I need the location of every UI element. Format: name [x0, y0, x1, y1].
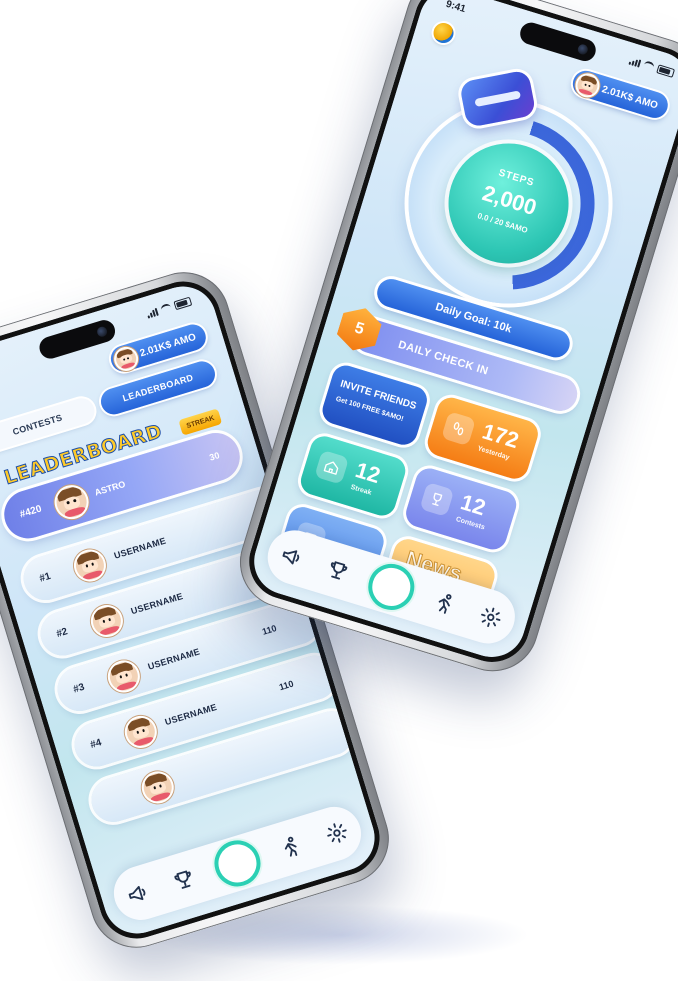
- signal-icon: [146, 307, 159, 319]
- row-name: USERNAME: [163, 701, 219, 728]
- megaphone-icon[interactable]: [273, 538, 310, 575]
- battery-icon: [173, 296, 193, 311]
- streak-card[interactable]: 12 Streak: [297, 432, 409, 519]
- wallet-balance: 2.01K$ AMO: [600, 83, 660, 112]
- footprints-icon: [441, 411, 476, 447]
- gear-icon[interactable]: [472, 599, 509, 636]
- phone-home: 9:41 2.01K$ AMO STEPS 2,000 0.0 / 20 $AM…: [228, 0, 678, 683]
- avatar: [86, 601, 127, 641]
- home-ring-icon[interactable]: [208, 834, 267, 893]
- status-time: 9:41: [444, 0, 467, 16]
- runner-icon[interactable]: [272, 828, 309, 865]
- row-value: 110: [277, 678, 295, 693]
- home-ring-icon[interactable]: [362, 558, 421, 616]
- avatar: [50, 480, 93, 524]
- streak-tag[interactable]: STREAK: [178, 408, 223, 436]
- app-logo-icon[interactable]: [431, 20, 457, 46]
- status-icons: [628, 56, 676, 78]
- contests-value: 12: [457, 489, 489, 521]
- runner-icon[interactable]: [426, 585, 463, 622]
- dynamic-island: [36, 317, 118, 362]
- invite-friends-card[interactable]: INVITE FRIENDS Get 100 FREE $AMO!: [319, 362, 431, 449]
- battery-icon: [656, 64, 676, 78]
- trophy-icon[interactable]: [319, 552, 356, 589]
- my-rank: #420: [18, 503, 44, 521]
- avatar: [572, 70, 603, 101]
- wallet-balance: 2.01K$ AMO: [138, 331, 198, 359]
- row-rank: #4: [89, 737, 103, 751]
- status-icons: [146, 296, 193, 319]
- row-name: USERNAME: [112, 535, 168, 561]
- signal-icon: [628, 56, 642, 68]
- avatar: [103, 656, 144, 697]
- house-icon: [314, 449, 350, 485]
- avatar: [69, 545, 110, 586]
- trophy-icon: [419, 481, 455, 517]
- row-name: USERNAME: [146, 646, 202, 672]
- avatar: [137, 767, 178, 808]
- contests-card[interactable]: 12 Contests: [402, 465, 520, 553]
- wifi-icon: [642, 60, 655, 72]
- my-name: ASTRO: [93, 478, 127, 498]
- yesterday-card[interactable]: 172 Yesterday: [424, 394, 542, 483]
- row-name: USERNAME: [129, 590, 185, 617]
- row-rank: #3: [72, 681, 86, 696]
- avatar: [111, 343, 142, 374]
- streak-value: 12: [352, 457, 384, 489]
- my-value: 30: [208, 450, 221, 463]
- trophy-icon[interactable]: [165, 861, 202, 898]
- gear-icon[interactable]: [318, 814, 355, 851]
- dynamic-island: [517, 19, 599, 64]
- avatar: [120, 711, 161, 752]
- wallet-balance-button[interactable]: 2.01K$ AMO: [569, 67, 671, 122]
- phone-screen: 9:41 2.01K$ AMO STEPS 2,000 0.0 / 20 $AM…: [239, 0, 678, 672]
- megaphone-icon[interactable]: [119, 875, 156, 912]
- wifi-icon: [160, 302, 173, 315]
- row-value: 110: [260, 622, 278, 637]
- row-rank: #2: [55, 626, 69, 641]
- checkin-label: DAILY CHECK IN: [396, 338, 490, 378]
- row-rank: #1: [38, 570, 53, 585]
